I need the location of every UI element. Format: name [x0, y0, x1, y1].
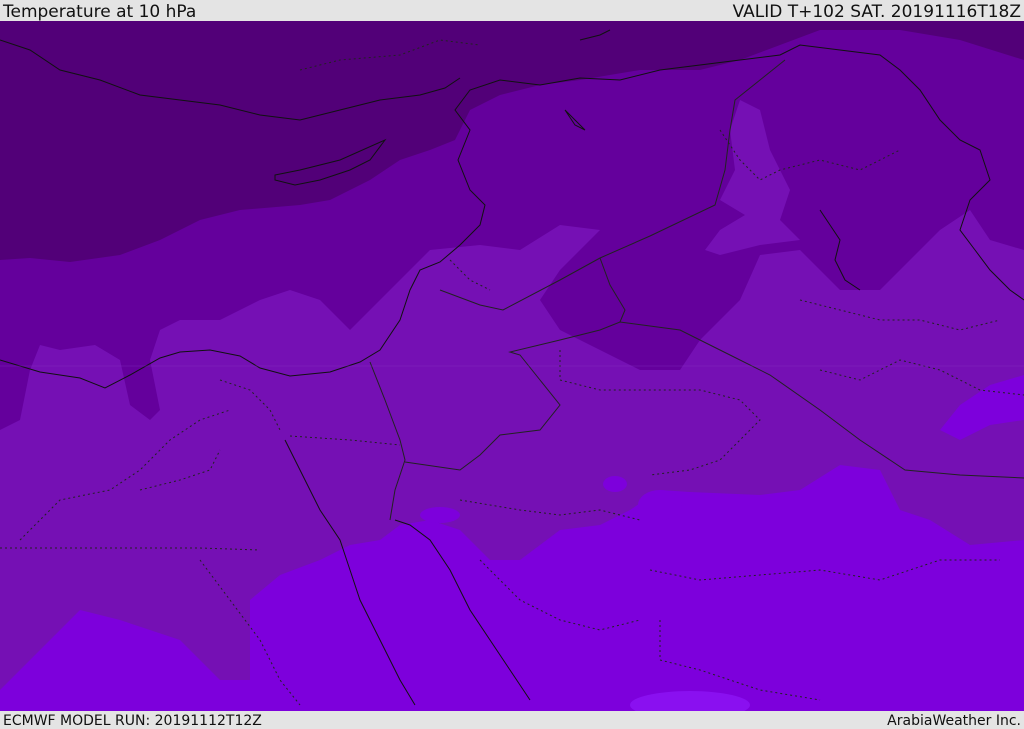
temp-patch-c — [420, 507, 460, 523]
temp-patch-b — [603, 476, 627, 492]
header-bar: Temperature at 10 hPa VALID T+102 SAT. 2… — [0, 0, 1024, 21]
map-title: Temperature at 10 hPa — [3, 2, 197, 22]
credit-label: ArabiaWeather Inc. — [887, 713, 1021, 729]
valid-time: VALID T+102 SAT. 20191116T18Z — [732, 2, 1021, 22]
temperature-map — [0, 21, 1024, 711]
temp-patch-a — [638, 490, 682, 520]
footer-bar: ECMWF MODEL RUN: 20191112T12Z ArabiaWeat… — [0, 711, 1024, 729]
model-run: ECMWF MODEL RUN: 20191112T12Z — [3, 713, 262, 729]
